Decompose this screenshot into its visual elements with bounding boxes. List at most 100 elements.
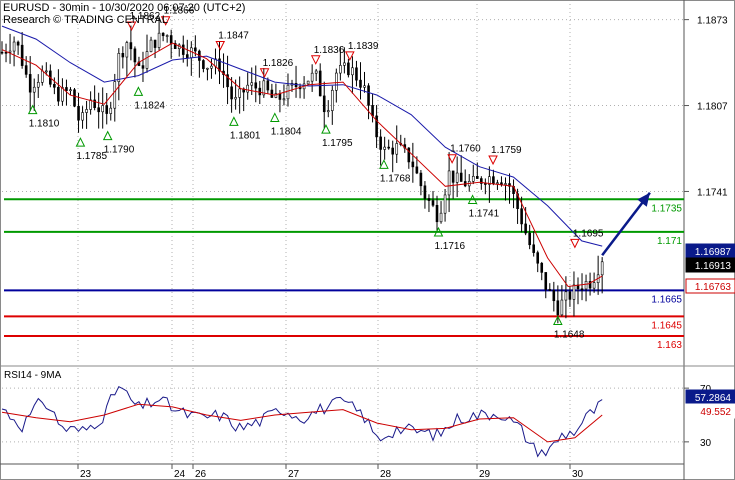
candle-body bbox=[234, 97, 237, 100]
rsi-title: RSI14 - 9MA bbox=[4, 370, 62, 381]
candle-body bbox=[125, 42, 129, 58]
candle-body bbox=[439, 212, 443, 223]
candle-body bbox=[149, 39, 153, 52]
candle-body bbox=[314, 70, 318, 74]
price-tags: 1.16987 1.16913 1.16763 bbox=[685, 243, 735, 294]
swing-low-label: 1.1801 bbox=[230, 130, 261, 141]
candle-body bbox=[552, 290, 556, 302]
candle-body bbox=[528, 232, 531, 246]
candle-body bbox=[568, 291, 572, 300]
candle-body bbox=[367, 85, 370, 106]
swing-low-label: 1.1741 bbox=[469, 208, 500, 219]
candle-body bbox=[210, 65, 213, 69]
candle-body bbox=[431, 200, 435, 206]
candle-body bbox=[580, 288, 584, 291]
candle-body bbox=[492, 176, 495, 184]
candle-body bbox=[592, 282, 596, 289]
swing-high-label: 1.1760 bbox=[450, 144, 481, 155]
swing-high-label: 1.1695 bbox=[573, 228, 604, 239]
y-tick-label: 1.1807 bbox=[697, 102, 728, 113]
candle-body bbox=[153, 39, 157, 48]
candle-body bbox=[89, 99, 92, 110]
candle-body bbox=[339, 65, 342, 74]
candle-body bbox=[540, 262, 544, 273]
candle-body bbox=[254, 82, 258, 89]
candle-body bbox=[524, 223, 527, 234]
candle-body bbox=[133, 48, 137, 63]
candle-body bbox=[475, 176, 479, 179]
candle-body bbox=[584, 281, 588, 290]
x-tick-label: 26 bbox=[195, 469, 207, 480]
candle-body bbox=[32, 86, 36, 93]
candle-body bbox=[0, 51, 4, 54]
candle-body bbox=[391, 147, 395, 155]
x-tick-label: 27 bbox=[288, 469, 300, 480]
candle-body bbox=[113, 81, 117, 109]
candle-body bbox=[8, 50, 12, 53]
level-label: 1.1645 bbox=[651, 320, 682, 331]
x-tick-label: 24 bbox=[174, 469, 186, 480]
candle-body bbox=[4, 52, 8, 54]
swing-low-label: 1.1810 bbox=[29, 119, 60, 130]
candle-body bbox=[28, 74, 32, 93]
level-label: 1.1735 bbox=[651, 203, 682, 214]
candle-body bbox=[347, 62, 350, 76]
candle-body bbox=[194, 47, 197, 52]
candle-body bbox=[383, 146, 386, 150]
candle-body bbox=[145, 51, 149, 69]
level-label: 1.1665 bbox=[651, 294, 682, 305]
x-tick-label: 28 bbox=[380, 469, 392, 480]
y-tick-label: 1.1741 bbox=[697, 187, 728, 198]
candle-body bbox=[335, 72, 338, 91]
candle-body bbox=[447, 170, 451, 196]
candle-body bbox=[363, 85, 366, 88]
candle-body bbox=[536, 252, 540, 264]
swing-low-label: 1.1768 bbox=[380, 173, 411, 184]
candle-body bbox=[371, 105, 374, 117]
candle-body bbox=[190, 47, 193, 58]
candle-body bbox=[496, 182, 499, 185]
swing-high-label: 1.1839 bbox=[348, 41, 379, 52]
candle-body bbox=[532, 244, 535, 253]
y-tick-label: 1.1873 bbox=[697, 16, 728, 27]
candle-body bbox=[556, 300, 560, 316]
candle-body bbox=[246, 84, 250, 93]
candle-body bbox=[415, 166, 419, 174]
candle-body bbox=[504, 183, 507, 185]
candle-body bbox=[73, 89, 76, 107]
candle-body bbox=[85, 109, 88, 113]
level-label: 1.171 bbox=[657, 236, 682, 247]
candle-body bbox=[306, 80, 310, 85]
candle-body bbox=[600, 261, 604, 276]
candle-body bbox=[343, 62, 346, 66]
candle-body bbox=[544, 272, 548, 290]
candle-body bbox=[230, 86, 233, 100]
candle-body bbox=[451, 170, 455, 183]
candle-body bbox=[427, 198, 431, 201]
candle-body bbox=[548, 289, 552, 291]
candle-body bbox=[16, 41, 20, 46]
chart-canvas: 1.17351.1711.16651.16451.163 1.18101.178… bbox=[0, 0, 735, 480]
candle-body bbox=[157, 32, 161, 48]
candle-body bbox=[258, 87, 262, 96]
candle-body bbox=[53, 83, 56, 88]
candle-body bbox=[169, 35, 173, 44]
candle-body bbox=[286, 84, 290, 100]
chart-attribution: Research © TRADING CENTRAL bbox=[3, 14, 168, 26]
candle-body bbox=[395, 143, 399, 155]
candle-body bbox=[572, 284, 576, 300]
candle-body bbox=[165, 35, 169, 37]
x-tick-label: 23 bbox=[80, 469, 92, 480]
swing-high-label: 1.1836 bbox=[314, 45, 345, 56]
candle-body bbox=[69, 89, 72, 92]
candle-body bbox=[45, 70, 48, 73]
price-tag-label: 1.16913 bbox=[695, 261, 732, 272]
candle-body bbox=[250, 82, 254, 86]
price-tag-label: 1.16987 bbox=[695, 247, 732, 258]
candle-body bbox=[161, 32, 165, 37]
swing-low-label: 1.1790 bbox=[104, 145, 135, 156]
candle-body bbox=[109, 107, 113, 114]
rsi-tag-label: 49.552 bbox=[700, 407, 731, 418]
swing-low-label: 1.1716 bbox=[434, 241, 465, 252]
candle-body bbox=[97, 107, 100, 113]
